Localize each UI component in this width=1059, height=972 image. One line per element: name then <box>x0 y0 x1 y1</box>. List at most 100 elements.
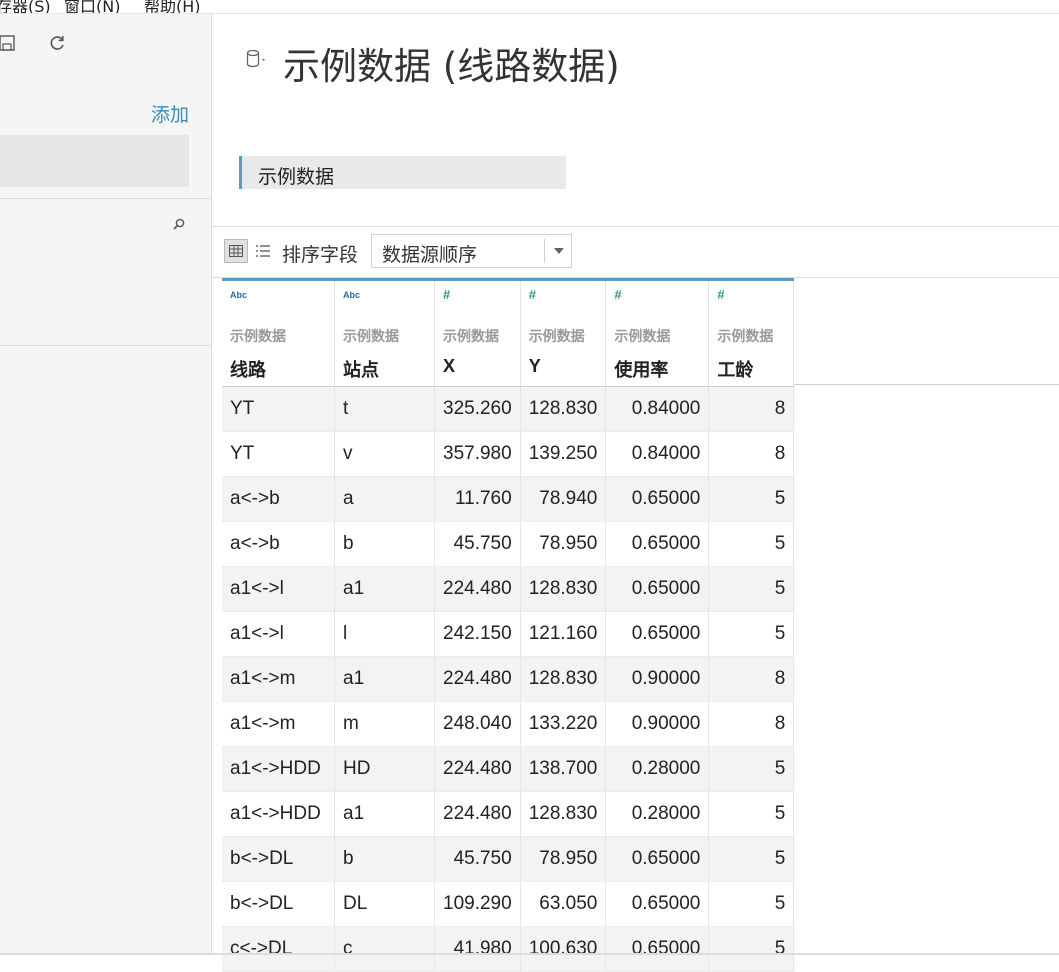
table-cell[interactable]: 0.65000 <box>605 881 710 927</box>
number-type-icon[interactable]: # <box>529 287 536 302</box>
table-cell[interactable]: t <box>334 386 435 432</box>
column-header[interactable]: # 示例数据 工龄 <box>708 278 795 387</box>
column-header[interactable]: Abc 示例数据 线路 <box>222 278 335 387</box>
table-cell[interactable]: DL <box>334 881 435 927</box>
table-cell[interactable]: 224.480 <box>434 746 521 792</box>
table-cell[interactable]: 0.65000 <box>605 926 710 972</box>
number-type-icon[interactable]: # <box>717 287 724 302</box>
table-cell[interactable]: 0.84000 <box>605 431 710 477</box>
table-cell[interactable]: 5 <box>708 926 795 972</box>
table-cell[interactable]: 78.950 <box>520 521 607 567</box>
table-cell[interactable]: HD <box>334 746 435 792</box>
table-cell[interactable]: a1<->HDD <box>222 746 335 792</box>
table-cell[interactable]: 78.950 <box>520 836 607 882</box>
table-cell[interactable]: 138.700 <box>520 746 607 792</box>
table-cell[interactable]: 0.65000 <box>605 611 710 657</box>
table-cell[interactable]: 0.65000 <box>605 566 710 612</box>
list-view-icon[interactable] <box>255 243 271 259</box>
table-cell[interactable]: YT <box>222 431 335 477</box>
menu-item-window[interactable]: 窗口(N) <box>64 0 120 13</box>
table-cell[interactable]: 41.980 <box>434 926 521 972</box>
menu-item-server[interactable]: 存器(S) <box>0 0 51 13</box>
table-cell[interactable]: 128.830 <box>520 566 607 612</box>
table-cell[interactable]: 5 <box>708 476 795 522</box>
save-icon[interactable] <box>0 32 18 54</box>
number-type-icon[interactable]: # <box>443 287 450 302</box>
grid-view-icon[interactable] <box>224 239 248 263</box>
table-cell[interactable]: a<->b <box>222 521 335 567</box>
table-cell[interactable]: v <box>334 431 435 477</box>
table-cell[interactable]: 8 <box>708 386 795 432</box>
table-cell[interactable]: 128.830 <box>520 656 607 702</box>
table-cell[interactable]: YT <box>222 386 335 432</box>
table-cell[interactable]: 8 <box>708 656 795 702</box>
string-type-icon[interactable]: Abc <box>230 290 247 300</box>
sort-order-select[interactable]: 数据源顺序 <box>371 234 572 268</box>
table-cell[interactable]: 5 <box>708 566 795 612</box>
menu-item-help[interactable]: 帮助(H) <box>144 0 201 13</box>
table-cell[interactable]: 45.750 <box>434 521 521 567</box>
table-cell[interactable]: 0.65000 <box>605 836 710 882</box>
table-cell[interactable]: b <box>334 836 435 882</box>
table-cell[interactable]: 0.84000 <box>605 386 710 432</box>
search-icon[interactable] <box>172 216 186 230</box>
table-chip[interactable]: 示例数据 <box>239 156 566 189</box>
table-cell[interactable]: 248.040 <box>434 701 521 747</box>
add-connection-link[interactable]: 添加 <box>151 100 189 127</box>
table-cell[interactable]: 0.90000 <box>605 656 710 702</box>
table-cell[interactable]: 5 <box>708 746 795 792</box>
table-cell[interactable]: 109.290 <box>434 881 521 927</box>
column-header[interactable]: # 示例数据 使用率 <box>605 278 710 387</box>
table-cell[interactable]: 11.760 <box>434 476 521 522</box>
table-cell[interactable]: 224.480 <box>434 656 521 702</box>
table-cell[interactable]: 224.480 <box>434 566 521 612</box>
table-cell[interactable]: 63.050 <box>520 881 607 927</box>
table-cell[interactable]: b <box>334 521 435 567</box>
table-cell[interactable]: 128.830 <box>520 386 607 432</box>
table-cell[interactable]: 100.630 <box>520 926 607 972</box>
table-cell[interactable]: l <box>334 611 435 657</box>
table-cell[interactable]: a1 <box>334 791 435 837</box>
table-cell[interactable]: 8 <box>708 431 795 477</box>
table-cell[interactable]: 0.28000 <box>605 791 710 837</box>
table-cell[interactable]: 224.480 <box>434 791 521 837</box>
chevron-down-icon[interactable] <box>554 248 564 254</box>
table-cell[interactable]: a1<->m <box>222 656 335 702</box>
refresh-icon[interactable] <box>46 32 68 54</box>
column-header[interactable]: # 示例数据 Y <box>520 278 607 387</box>
table-cell[interactable]: 357.980 <box>434 431 521 477</box>
table-cell[interactable]: 78.940 <box>520 476 607 522</box>
number-type-icon[interactable]: # <box>614 287 621 302</box>
table-cell[interactable]: a1 <box>334 566 435 612</box>
table-cell[interactable]: 133.220 <box>520 701 607 747</box>
table-cell[interactable]: 0.90000 <box>605 701 710 747</box>
table-cell[interactable]: 128.830 <box>520 791 607 837</box>
table-cell[interactable]: 5 <box>708 521 795 567</box>
table-cell[interactable]: 0.65000 <box>605 521 710 567</box>
table-cell[interactable]: c<->DL <box>222 926 335 972</box>
table-cell[interactable]: a1<->HDD <box>222 791 335 837</box>
table-cell[interactable]: c <box>334 926 435 972</box>
column-header[interactable]: # 示例数据 X <box>434 278 521 387</box>
table-cell[interactable]: 45.750 <box>434 836 521 882</box>
table-cell[interactable]: 5 <box>708 881 795 927</box>
page-title[interactable]: 示例数据 (线路数据) <box>283 36 620 90</box>
table-cell[interactable]: 0.28000 <box>605 746 710 792</box>
table-cell[interactable]: b<->DL <box>222 836 335 882</box>
table-cell[interactable]: m <box>334 701 435 747</box>
table-cell[interactable]: 325.260 <box>434 386 521 432</box>
table-cell[interactable]: a <box>334 476 435 522</box>
table-cell[interactable]: 139.250 <box>520 431 607 477</box>
table-cell[interactable]: b<->DL <box>222 881 335 927</box>
table-cell[interactable]: a<->b <box>222 476 335 522</box>
database-icon[interactable] <box>244 48 268 70</box>
table-cell[interactable]: a1 <box>334 656 435 702</box>
table-cell[interactable]: a1<->l <box>222 566 335 612</box>
table-cell[interactable]: 242.150 <box>434 611 521 657</box>
table-cell[interactable]: 0.65000 <box>605 476 710 522</box>
table-cell[interactable]: 5 <box>708 836 795 882</box>
table-cell[interactable]: 8 <box>708 701 795 747</box>
column-header[interactable]: Abc 示例数据 站点 <box>334 278 435 387</box>
table-cell[interactable]: 5 <box>708 791 795 837</box>
table-cell[interactable]: 5 <box>708 611 795 657</box>
